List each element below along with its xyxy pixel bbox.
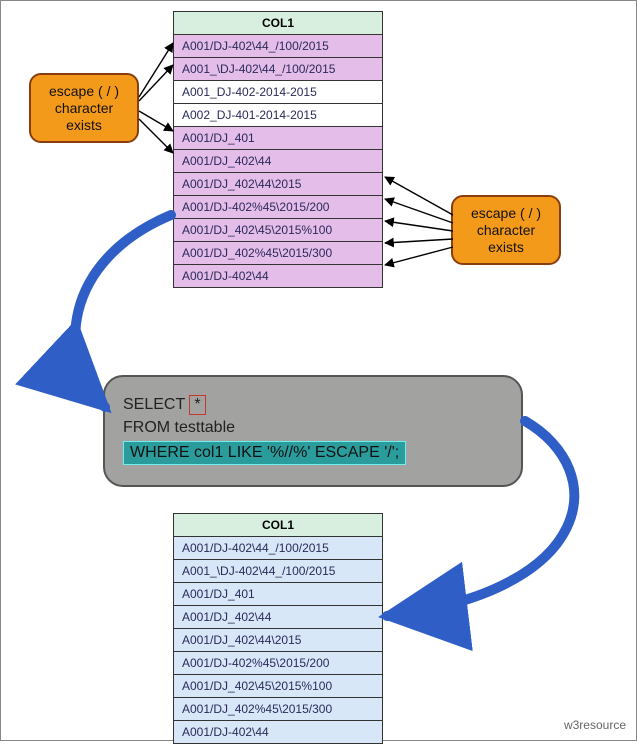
right-callout-arrows xyxy=(385,177,453,265)
table-row: A001/DJ_401 xyxy=(174,583,383,606)
table-cell: A001/DJ_401 xyxy=(174,583,383,606)
table-cell: A001/DJ_402%45\2015/300 xyxy=(174,242,383,265)
table-row: A001/DJ_402\44 xyxy=(174,150,383,173)
table-row: A001/DJ_402\44 xyxy=(174,606,383,629)
table-cell: A001/DJ_402\44 xyxy=(174,150,383,173)
sql-query-box: SELECT * FROM testtable WHERE col1 LIKE … xyxy=(103,375,523,487)
table-cell: A001_\DJ-402\44_/100/2015 xyxy=(174,560,383,583)
table-row: A001/DJ-402\44_/100/2015 xyxy=(174,35,383,58)
table-cell: A001/DJ-402\44 xyxy=(174,721,383,744)
table-row: A001/DJ_402\44\2015 xyxy=(174,629,383,652)
callout-escape-left: escape ( / )characterexists xyxy=(29,73,139,143)
table-row: A001/DJ_402%45\2015/300 xyxy=(174,242,383,265)
table-row: A001/DJ-402%45\2015/200 xyxy=(174,196,383,219)
diagram-canvas: COL1 A001/DJ-402\44_/100/2015A001_\DJ-40… xyxy=(0,0,637,741)
source-table: COL1 A001/DJ-402\44_/100/2015A001_\DJ-40… xyxy=(173,11,383,288)
table-cell: A001_DJ-402-2014-2015 xyxy=(174,81,383,104)
result-table: COL1 A001/DJ-402\44_/100/2015A001_\DJ-40… xyxy=(173,513,383,744)
table-cell: A001/DJ_402\44\2015 xyxy=(174,629,383,652)
table-row: A001_DJ-402-2014-2015 xyxy=(174,81,383,104)
table-row: A001/DJ-402\44 xyxy=(174,265,383,288)
sql-where-line: WHERE col1 LIKE '%//%' ESCAPE '/'; xyxy=(123,441,406,465)
table-row: A002_DJ-401-2014-2015 xyxy=(174,104,383,127)
table-cell: A001/DJ-402%45\2015/200 xyxy=(174,196,383,219)
table-cell: A001/DJ-402\44_/100/2015 xyxy=(174,537,383,560)
left-callout-arrows xyxy=(139,43,173,153)
sql-star: * xyxy=(189,395,205,415)
result-table-header: COL1 xyxy=(174,514,383,537)
table-cell: A001/DJ_402\44 xyxy=(174,606,383,629)
table-cell: A001/DJ_402\45\2015%100 xyxy=(174,675,383,698)
sql-select-keyword: SELECT xyxy=(123,396,185,413)
table-row: A001/DJ-402\44_/100/2015 xyxy=(174,537,383,560)
table-row: A001/DJ_402\45\2015%100 xyxy=(174,219,383,242)
result-table-body: A001/DJ-402\44_/100/2015A001_\DJ-402\44_… xyxy=(174,537,383,744)
table-cell: A001/DJ-402\44_/100/2015 xyxy=(174,35,383,58)
table-row: A001/DJ_401 xyxy=(174,127,383,150)
table-row: A001/DJ_402\44\2015 xyxy=(174,173,383,196)
table-row: A001_\DJ-402\44_/100/2015 xyxy=(174,58,383,81)
table-row: A001/DJ_402%45\2015/300 xyxy=(174,698,383,721)
table-cell: A001/DJ-402%45\2015/200 xyxy=(174,652,383,675)
table-cell: A001/DJ-402\44 xyxy=(174,265,383,288)
table-row: A001_\DJ-402\44_/100/2015 xyxy=(174,560,383,583)
table-cell: A002_DJ-401-2014-2015 xyxy=(174,104,383,127)
source-table-header: COL1 xyxy=(174,12,383,35)
table-cell: A001/DJ_401 xyxy=(174,127,383,150)
table-cell: A001/DJ_402\45\2015%100 xyxy=(174,219,383,242)
table-row: A001/DJ-402\44 xyxy=(174,721,383,744)
footer-credit: w3resource xyxy=(564,718,626,732)
table-cell: A001_\DJ-402\44_/100/2015 xyxy=(174,58,383,81)
callout-escape-right: escape ( / )characterexists xyxy=(451,195,561,265)
source-table-body: A001/DJ-402\44_/100/2015A001_\DJ-402\44_… xyxy=(174,35,383,288)
sql-from-line: FROM testtable xyxy=(123,419,503,437)
table-row: A001/DJ-402%45\2015/200 xyxy=(174,652,383,675)
table-cell: A001/DJ_402\44\2015 xyxy=(174,173,383,196)
table-row: A001/DJ_402\45\2015%100 xyxy=(174,675,383,698)
table-cell: A001/DJ_402%45\2015/300 xyxy=(174,698,383,721)
